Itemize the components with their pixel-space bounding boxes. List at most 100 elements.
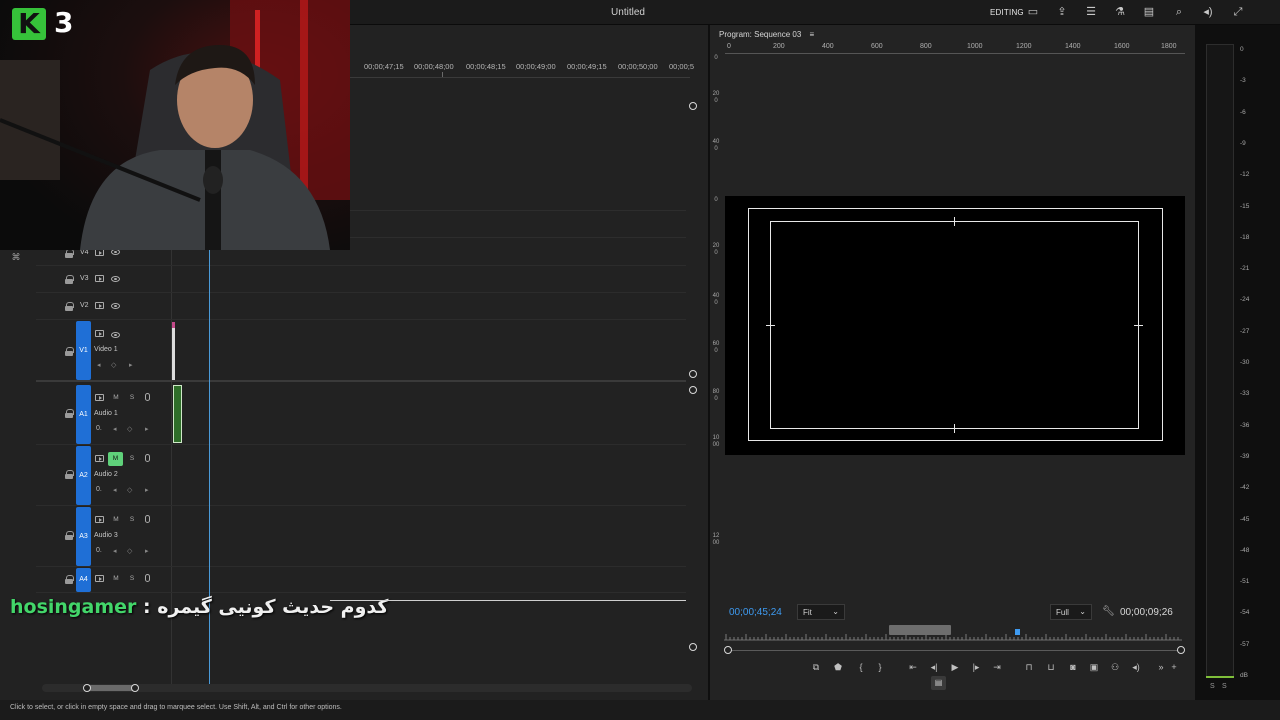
more-controls-icon[interactable]: » [1155, 662, 1167, 672]
track-row-v1[interactable]: V1 Video 1 ◂ ◇ ▸ [36, 320, 686, 382]
mark-in-icon[interactable]: { [855, 662, 867, 672]
play-icon[interactable]: ▶ [949, 662, 961, 672]
horizontal-scrollbar[interactable] [42, 684, 692, 692]
settings-list-icon[interactable]: ☰ [1084, 5, 1098, 19]
lock-icon[interactable] [65, 302, 74, 311]
button-editor-icon[interactable]: + [1168, 662, 1180, 672]
solo-button[interactable]: S [127, 516, 137, 523]
lock-icon[interactable] [65, 347, 74, 356]
eye-icon[interactable] [111, 332, 120, 338]
prev-keyframe-icon[interactable]: ◂ [113, 547, 117, 555]
monitor-time-ruler[interactable] [724, 628, 1182, 641]
extract-icon[interactable]: ⊔ [1045, 662, 1057, 672]
go-to-out-icon[interactable]: ⇥ [991, 662, 1003, 672]
audio-vscroll-handle-top[interactable] [689, 386, 697, 394]
track-row-v3[interactable]: V3 [36, 266, 686, 293]
lock-icon[interactable] [65, 531, 74, 540]
eye-icon[interactable] [111, 276, 120, 282]
playhead-timecode[interactable]: 00;00;45;24 [729, 607, 782, 618]
sync-lock-icon[interactable] [95, 330, 104, 337]
eye-icon[interactable] [111, 303, 120, 309]
comment-icon[interactable]: ▤ [1142, 5, 1156, 19]
next-keyframe-icon[interactable]: ▸ [145, 425, 149, 433]
go-to-in-icon[interactable]: ⇤ [907, 662, 919, 672]
lock-icon[interactable] [65, 249, 74, 258]
volume-value[interactable]: 0. [96, 425, 102, 432]
step-forward-icon[interactable]: |▸ [970, 662, 982, 672]
track-target-v1[interactable]: V1 [76, 321, 91, 380]
solo-button[interactable]: S [127, 394, 137, 401]
panel-layout-icon[interactable]: ▭ [1026, 5, 1040, 19]
sync-lock-icon[interactable] [95, 455, 104, 462]
volume-icon[interactable]: ◂) [1130, 662, 1142, 672]
add-marker-icon[interactable]: ⬟ [832, 662, 844, 672]
add-keyframe-icon[interactable]: ◇ [127, 425, 132, 433]
horizontal-scroll-thumb[interactable] [86, 685, 136, 691]
share-icon[interactable]: ⇪ [1055, 5, 1069, 19]
video-clip[interactable] [172, 322, 175, 380]
audio-vscroll-handle-bottom[interactable] [689, 643, 697, 651]
mute-button[interactable]: M [111, 394, 121, 401]
monitor-zoom-bar[interactable] [726, 650, 1184, 651]
wrench-icon[interactable]: 🔧︎ [1102, 606, 1115, 617]
solo-button[interactable]: S [127, 455, 137, 462]
track-target-a4[interactable]: A4 [76, 568, 91, 592]
lock-icon[interactable] [65, 275, 74, 284]
track-target-a1[interactable]: A1 [76, 385, 91, 444]
prev-keyframe-icon[interactable]: ◂ [97, 361, 101, 369]
sync-lock-icon[interactable] [95, 302, 104, 309]
next-keyframe-icon[interactable]: ▸ [129, 361, 133, 369]
sync-lock-icon[interactable] [95, 516, 104, 523]
track-row-v2[interactable]: V2 [36, 293, 686, 320]
solo-button[interactable]: S [127, 575, 137, 582]
program-monitor-title[interactable]: Program: Sequence 03 ≡ [719, 30, 814, 39]
beta-flask-icon[interactable]: ⚗ [1113, 5, 1127, 19]
solo-left-button[interactable]: S [1210, 683, 1215, 690]
add-keyframe-icon[interactable]: ◇ [127, 547, 132, 555]
workspace-label[interactable]: EDITING [990, 8, 1024, 17]
microphone-icon[interactable] [145, 574, 150, 582]
volume-value[interactable]: 0. [96, 486, 102, 493]
sync-lock-icon[interactable] [95, 249, 104, 256]
next-keyframe-icon[interactable]: ▸ [145, 486, 149, 494]
track-row-a4[interactable]: A4 M S [36, 567, 686, 593]
monitor-playhead[interactable] [1015, 629, 1020, 635]
track-row-a3[interactable]: A3 M S Audio 3 0. ◂ ◇ ▸ [36, 506, 686, 567]
vscroll-handle-bottom[interactable] [689, 370, 697, 378]
zoom-handle-right[interactable] [131, 684, 139, 692]
nest-sequence-icon[interactable]: ⌘ [10, 251, 22, 263]
sync-lock-icon[interactable] [95, 394, 104, 401]
add-keyframe-icon[interactable]: ◇ [111, 361, 116, 369]
panel-menu-icon[interactable]: ≡ [810, 30, 815, 39]
lock-icon[interactable] [65, 470, 74, 479]
resolution-dropdown[interactable]: Full ⌄ [1050, 604, 1092, 620]
prev-keyframe-icon[interactable]: ◂ [113, 486, 117, 494]
next-keyframe-icon[interactable]: ▸ [145, 547, 149, 555]
volume-icon[interactable]: ◂) [1201, 5, 1215, 19]
track-row-a2[interactable]: A2 M S Audio 2 0. ◂ ◇ ▸ [36, 445, 686, 506]
proxy-toggle-icon[interactable]: ⚇ [1109, 662, 1121, 672]
step-back-icon[interactable]: ◂| [928, 662, 940, 672]
vscroll-handle-top[interactable] [689, 102, 697, 110]
drag-video-icon[interactable]: ⧉ [810, 662, 822, 672]
zoom-level-dropdown[interactable]: Fit ⌄ [797, 604, 845, 620]
volume-value[interactable]: 0. [96, 547, 102, 554]
sync-lock-icon[interactable] [95, 275, 104, 282]
search-icon[interactable]: ⌕ [1172, 5, 1186, 19]
prev-keyframe-icon[interactable]: ◂ [113, 425, 117, 433]
mark-out-icon[interactable]: } [874, 662, 886, 672]
mute-button-active[interactable]: M [108, 452, 123, 466]
mute-button[interactable]: M [111, 575, 121, 582]
timeline-playhead[interactable] [209, 250, 210, 684]
monitor-zoom-handle-left[interactable] [724, 646, 732, 654]
solo-right-button[interactable]: S [1222, 683, 1227, 690]
track-row-v4[interactable]: V4 [36, 248, 686, 266]
microphone-icon[interactable] [145, 515, 150, 523]
lock-icon[interactable] [65, 575, 74, 584]
safe-margins-toggle-icon[interactable]: ▤ [931, 676, 946, 690]
monitor-zoom-handle-right[interactable] [1177, 646, 1185, 654]
track-row-a1[interactable]: A1 M S Audio 1 0. ◂ ◇ ▸ [36, 384, 686, 445]
microphone-icon[interactable] [145, 454, 150, 462]
microphone-icon[interactable] [145, 393, 150, 401]
mute-button[interactable]: M [111, 516, 121, 523]
